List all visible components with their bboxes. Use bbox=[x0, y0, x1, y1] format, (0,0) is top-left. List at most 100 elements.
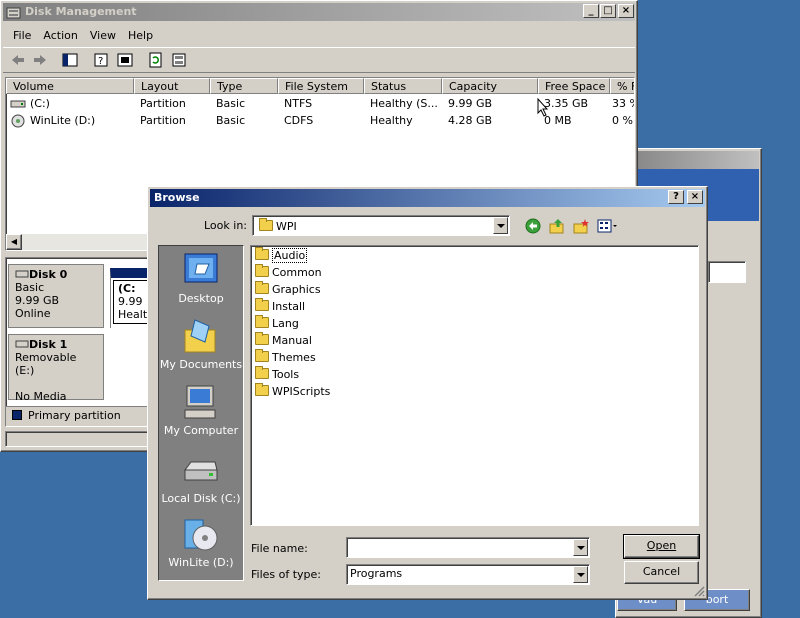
column-header-volume[interactable]: Volume bbox=[6, 78, 134, 94]
menu-view[interactable]: View bbox=[84, 27, 122, 45]
look-in-combo[interactable]: WPI bbox=[252, 215, 510, 236]
chevron-down-icon[interactable] bbox=[493, 217, 508, 234]
hard-disk-icon bbox=[10, 100, 26, 108]
folder-name: Graphics bbox=[272, 283, 321, 296]
place-my-computer-label: My Computer bbox=[163, 424, 239, 437]
resize-grip-icon[interactable] bbox=[693, 585, 705, 597]
column-header-type[interactable]: Type bbox=[210, 78, 278, 94]
chevron-down-icon[interactable] bbox=[573, 566, 588, 583]
file-type-label: Files of type: bbox=[251, 568, 322, 581]
rescan-disks-icon[interactable] bbox=[171, 52, 189, 68]
place-my-documents[interactable]: My Documents bbox=[159, 316, 243, 371]
place-desktop[interactable]: Desktop bbox=[159, 250, 243, 305]
back-icon[interactable] bbox=[524, 217, 542, 235]
column-header-free-space[interactable]: Free Space bbox=[538, 78, 610, 94]
open-button[interactable]: Open bbox=[623, 534, 700, 559]
primary-partition-swatch bbox=[12, 410, 22, 420]
file-name-combo[interactable] bbox=[346, 537, 590, 558]
file-name-value bbox=[347, 540, 350, 553]
my-documents-icon bbox=[184, 319, 216, 353]
scroll-left-button[interactable]: ◀ bbox=[6, 234, 22, 250]
file-name-label: File name: bbox=[251, 542, 308, 555]
type-cell: Basic bbox=[216, 97, 246, 110]
place-my-computer[interactable]: My Computer bbox=[159, 382, 243, 437]
folder-icon bbox=[259, 218, 273, 231]
disk-0-label-box[interactable]: Disk 0 Basic 9.99 GB Online bbox=[8, 264, 104, 328]
folder-name: Tools bbox=[272, 368, 300, 381]
help-icon[interactable]: ? bbox=[93, 52, 111, 68]
browse-titlebar: Browse bbox=[150, 189, 705, 207]
cancel-button[interactable]: Cancel bbox=[624, 561, 699, 584]
mouse-cursor-icon bbox=[537, 98, 549, 117]
folder-icon bbox=[255, 298, 269, 311]
column-header-percent-free[interactable]: % Fr bbox=[610, 78, 634, 94]
place-local-disk-label: Local Disk (C:) bbox=[161, 492, 241, 505]
minimize-button[interactable]: _ bbox=[583, 4, 599, 18]
list-item[interactable]: Install bbox=[255, 298, 305, 315]
column-header-capacity[interactable]: Capacity bbox=[442, 78, 538, 94]
volume-cell: (C:) bbox=[30, 97, 50, 110]
up-one-level-icon[interactable] bbox=[548, 217, 566, 235]
list-item[interactable]: Graphics bbox=[255, 281, 321, 298]
disk-1-size bbox=[15, 377, 19, 390]
open-button-label: Open bbox=[646, 539, 677, 552]
place-desktop-label: Desktop bbox=[178, 292, 224, 305]
view-menu-icon[interactable] bbox=[596, 217, 620, 235]
list-item[interactable]: Audio bbox=[255, 247, 308, 264]
cd-drive-icon bbox=[184, 519, 218, 551]
file-type-select[interactable]: Programs bbox=[346, 564, 590, 585]
list-item[interactable]: Lang bbox=[255, 315, 299, 332]
close-button[interactable]: × bbox=[618, 4, 634, 18]
place-local-disk[interactable]: Local Disk (C:) bbox=[159, 450, 243, 505]
disk-icon bbox=[15, 340, 29, 348]
list-item[interactable]: WPIScripts bbox=[255, 383, 331, 400]
toolbar: ? bbox=[3, 47, 635, 73]
folder-icon bbox=[255, 281, 269, 294]
list-item[interactable]: Tools bbox=[255, 366, 300, 383]
status-cell: Healthy bbox=[370, 114, 413, 127]
list-item[interactable]: Common bbox=[255, 264, 322, 281]
chevron-down-icon[interactable] bbox=[573, 539, 588, 556]
folder-icon bbox=[255, 366, 269, 379]
desktop-icon bbox=[184, 253, 218, 283]
back-arrow-icon[interactable] bbox=[9, 52, 27, 68]
folder-name: Lang bbox=[272, 317, 299, 330]
list-item[interactable]: Manual bbox=[255, 332, 312, 349]
folder-name: WPIScripts bbox=[272, 385, 331, 398]
partition-c[interactable]: (C: 9.99 Healt bbox=[110, 268, 150, 328]
type-cell: Basic bbox=[216, 114, 246, 127]
folder-name: Audio bbox=[272, 248, 308, 263]
list-item[interactable]: Themes bbox=[255, 349, 316, 366]
file-system-cell: CDFS bbox=[284, 114, 314, 127]
maximize-button[interactable]: □ bbox=[600, 4, 616, 18]
place-my-documents-label: My Documents bbox=[159, 358, 243, 371]
column-header-status[interactable]: Status bbox=[364, 78, 442, 94]
new-folder-icon[interactable] bbox=[572, 217, 590, 235]
disk-1-status: No Media bbox=[15, 390, 67, 403]
column-header-file-system[interactable]: File System bbox=[278, 78, 364, 94]
menu-action[interactable]: Action bbox=[37, 27, 83, 45]
menu-help[interactable]: Help bbox=[122, 27, 159, 45]
background-window-field[interactable] bbox=[708, 261, 746, 283]
file-system-cell: NTFS bbox=[284, 97, 313, 110]
volume-cell: WinLite (D:) bbox=[30, 114, 96, 127]
place-winlite[interactable]: WinLite (D:) bbox=[159, 514, 243, 569]
my-computer-icon bbox=[184, 385, 216, 419]
legend-label: Primary partition bbox=[28, 409, 121, 422]
browse-close-button[interactable]: × bbox=[687, 190, 703, 204]
column-header-layout[interactable]: Layout bbox=[134, 78, 210, 94]
forward-arrow-icon[interactable] bbox=[31, 52, 49, 68]
capacity-cell: 9.99 GB bbox=[448, 97, 493, 110]
disk-1-label-box[interactable]: Disk 1 Removable (E:) No Media bbox=[8, 334, 104, 403]
show-hide-tree-icon[interactable] bbox=[61, 52, 79, 68]
refresh-icon[interactable] bbox=[147, 52, 165, 68]
partition-c-status: Healt bbox=[118, 308, 148, 321]
disk-0-type: Basic bbox=[15, 281, 45, 294]
disk-1-name: Disk 1 bbox=[29, 338, 68, 351]
properties-icon[interactable] bbox=[116, 52, 134, 68]
partition-c-size: 9.99 bbox=[118, 295, 143, 308]
help-button[interactable]: ? bbox=[668, 190, 684, 204]
folder-icon bbox=[255, 315, 269, 328]
menu-file[interactable]: File bbox=[7, 27, 37, 45]
disk-icon bbox=[15, 270, 29, 278]
